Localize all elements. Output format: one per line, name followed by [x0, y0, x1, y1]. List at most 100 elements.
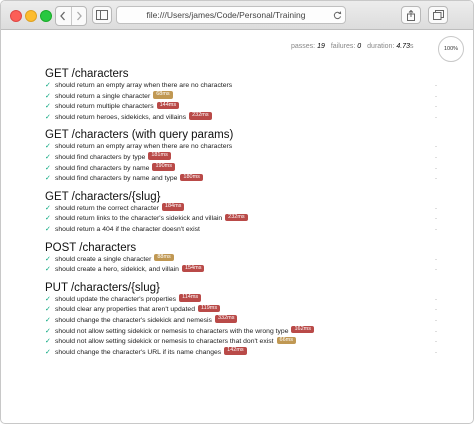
replay-link[interactable]: -: [435, 327, 437, 338]
duration-unit: s: [409, 43, 414, 50]
browser-toolbar: file:///Users/james/Code/Personal/Traini…: [1, 1, 473, 30]
forward-button[interactable]: [70, 7, 87, 25]
pass-check-icon: ✓: [45, 327, 51, 335]
test-name[interactable]: should find characters by name: [55, 165, 149, 172]
test-name[interactable]: should return a single character: [55, 93, 150, 100]
suite-title[interactable]: GET /characters: [45, 67, 445, 81]
test-suite: GET /characters ✓ should return an empty a…: [45, 67, 445, 123]
browser-window: file:///Users/james/Code/Personal/Traini…: [0, 0, 474, 424]
duration-badge: 142ms: [224, 347, 247, 355]
test-item: ✓ should not allow setting sidekick or ne…: [45, 336, 445, 348]
duration-badge: 332ms: [214, 315, 238, 323]
pass-check-icon: ✓: [45, 164, 51, 172]
test-name[interactable]: should find characters by type: [55, 154, 145, 161]
test-name[interactable]: should update the character's properties: [55, 296, 176, 303]
test-name[interactable]: should find characters by name and type: [55, 175, 177, 182]
replay-link[interactable]: -: [435, 174, 437, 185]
pass-check-icon: ✓: [45, 204, 51, 212]
zoom-window-button[interactable]: [40, 10, 52, 22]
duration-badge: 119ms: [197, 304, 221, 313]
sidebar-toggle-button[interactable]: [92, 6, 112, 24]
replay-link[interactable]: -: [435, 153, 437, 164]
replay-link[interactable]: -: [435, 214, 437, 225]
test-item: ✓ should return heroes, sidekicks, and vi…: [45, 112, 445, 124]
replay-link[interactable]: -: [435, 337, 437, 348]
test-suite: POST /characters ✓ should create a single …: [45, 241, 445, 276]
test-name[interactable]: should return heroes, sidekicks, and vil…: [55, 114, 186, 121]
test-name[interactable]: should return a 404 if the character doe…: [55, 226, 200, 233]
test-suite: GET /characters (with query params) ✓ shou…: [45, 128, 445, 184]
replay-link[interactable]: -: [435, 305, 437, 316]
test-name[interactable]: should return links to the character's s…: [55, 215, 222, 222]
replay-link[interactable]: -: [435, 164, 437, 175]
pass-check-icon: ✓: [45, 306, 51, 314]
pass-check-icon: ✓: [45, 215, 51, 223]
replay-link[interactable]: -: [435, 92, 437, 103]
test-name[interactable]: should create a hero, sidekick, and vill…: [55, 266, 179, 273]
test-item: ✓ should clear any properties that aren't…: [45, 304, 445, 316]
pass-check-icon: ✓: [45, 225, 51, 233]
share-button[interactable]: [401, 6, 421, 24]
suite-title[interactable]: GET /characters/{slug}: [45, 190, 445, 204]
back-button[interactable]: [56, 7, 71, 25]
pass-check-icon: ✓: [45, 255, 51, 263]
duration-badge: 190ms: [152, 163, 175, 171]
replay-link[interactable]: -: [435, 204, 437, 215]
pass-check-icon: ✓: [45, 175, 51, 183]
duration-badge: 68ms: [153, 91, 173, 99]
duration-badge: 66ms: [276, 336, 296, 345]
test-suites: GET /characters ✓ should return an empty a…: [45, 67, 445, 363]
test-name[interactable]: should create a single character: [55, 256, 151, 263]
duration-badge: 114ms: [179, 294, 202, 302]
close-window-button[interactable]: [10, 10, 22, 22]
test-item: ✓ should change the character's URL if it…: [45, 347, 445, 359]
duration-badge: 181ms: [148, 152, 171, 160]
suite-title[interactable]: POST /characters: [45, 241, 445, 255]
replay-link[interactable]: -: [435, 102, 437, 113]
duration-badge: 162ms: [291, 325, 314, 334]
replay-link[interactable]: -: [435, 142, 437, 153]
test-name[interactable]: should return an empty array when there …: [55, 82, 232, 89]
minimize-window-button[interactable]: [25, 10, 37, 22]
replay-link[interactable]: -: [435, 225, 437, 236]
replay-link[interactable]: -: [435, 113, 437, 124]
navigation-buttons: [55, 6, 87, 26]
duration-badge: 180ms: [180, 173, 203, 182]
replay-link[interactable]: -: [435, 295, 437, 306]
test-item: ✓ should find characters by name 190ms -: [45, 163, 445, 175]
test-item: ✓ should return a 404 if the character do…: [45, 225, 445, 236]
replay-link[interactable]: -: [435, 81, 437, 92]
pass-check-icon: ✓: [45, 295, 51, 303]
address-bar[interactable]: file:///Users/james/Code/Personal/Traini…: [116, 6, 346, 24]
address-text: file:///Users/james/Code/Personal/Traini…: [146, 10, 306, 20]
test-name[interactable]: should not allow setting sidekick or nem…: [55, 328, 288, 335]
duration-badge: 88ms: [154, 253, 174, 262]
test-name[interactable]: should return an empty array when there …: [55, 143, 232, 150]
failures-label: failures:: [330, 43, 356, 50]
passes-label: passes:: [291, 43, 316, 50]
pass-check-icon: ✓: [45, 338, 51, 346]
failures-count: 0: [357, 43, 362, 50]
tabs-icon: [432, 10, 444, 20]
reload-button[interactable]: [329, 7, 345, 23]
pass-check-icon: ✓: [45, 113, 51, 121]
pass-check-icon: ✓: [45, 348, 51, 356]
replay-link[interactable]: -: [435, 255, 437, 266]
replay-link[interactable]: -: [435, 316, 437, 327]
test-name[interactable]: should return multiple characters: [55, 103, 154, 110]
test-name[interactable]: should change the character's sidekick a…: [55, 317, 212, 324]
test-name[interactable]: should clear any properties that aren't …: [55, 306, 195, 313]
pass-check-icon: ✓: [45, 82, 51, 89]
test-name[interactable]: should return the correct character: [55, 205, 159, 212]
test-item: ✓ should return an empty array when there…: [45, 81, 445, 92]
test-name[interactable]: should change the character's URL if its…: [55, 349, 221, 356]
test-suite: PUT /characters/{slug} ✓ should update the…: [45, 281, 445, 359]
test-name[interactable]: should not allow setting sidekick or nem…: [55, 338, 274, 345]
suite-title[interactable]: PUT /characters/{slug}: [45, 281, 445, 295]
share-icon: [407, 9, 415, 21]
replay-link[interactable]: -: [435, 265, 437, 276]
suite-title[interactable]: GET /characters (with query params): [45, 128, 445, 142]
tabs-overview-button[interactable]: [428, 6, 448, 24]
replay-link[interactable]: -: [435, 348, 437, 359]
duration-label: duration:: [367, 43, 395, 50]
